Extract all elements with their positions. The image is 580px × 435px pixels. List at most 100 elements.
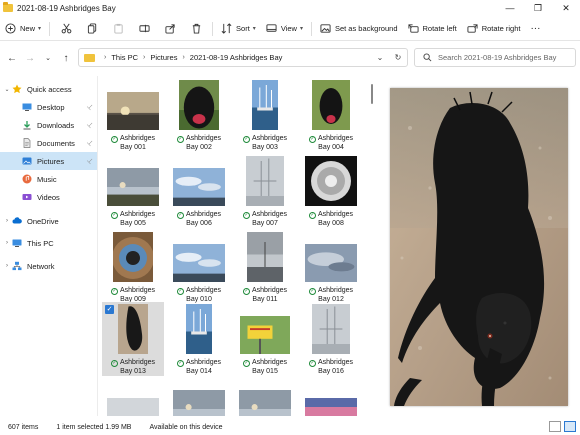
thumbnails-view-icon[interactable] <box>564 421 576 432</box>
up-button[interactable]: ↑ <box>57 49 75 67</box>
chevron-down-icon[interactable]: ⌄ <box>371 53 389 62</box>
thumbnail-image <box>246 156 284 208</box>
selection-checkbox[interactable]: ✓ <box>105 305 114 314</box>
chevron-right-icon[interactable]: › <box>2 263 12 269</box>
thumbnail-image <box>252 80 278 132</box>
sync-status-icon: ✓ <box>242 360 250 367</box>
file-thumbnail-item[interactable]: ✓ Ashbridges Bay 011 <box>234 230 296 304</box>
sidebar-item-network[interactable]: › Network <box>0 257 97 275</box>
file-thumbnail-item[interactable] <box>102 376 164 416</box>
refresh-icon[interactable]: ↻ <box>389 53 407 62</box>
maximize-button[interactable]: ❐ <box>524 0 552 16</box>
file-thumbnail-item[interactable]: ✓ Ashbridges Bay 015 <box>234 302 296 376</box>
chevron-right-icon[interactable]: › <box>2 218 12 224</box>
desktop-icon <box>22 102 32 112</box>
file-thumbnail-item[interactable] <box>234 376 296 416</box>
address-bar[interactable]: › This PC › Pictures › 2021-08-19 Ashbri… <box>78 48 408 67</box>
chevron-right-icon[interactable]: › <box>2 240 12 246</box>
file-name: ✓ Ashbridges Bay 003 <box>234 134 296 152</box>
paste-button[interactable] <box>105 19 131 39</box>
sort-label: Sort <box>236 24 250 33</box>
sidebar-item-this-pc[interactable]: › This PC <box>0 234 97 252</box>
file-name: ✓ Ashbridges Bay 008 <box>300 210 362 228</box>
vertical-scrollbar[interactable] <box>368 76 376 416</box>
window-controls: — ❐ ✕ <box>496 0 580 16</box>
chevron-down-icon[interactable]: ⌄ <box>2 86 12 93</box>
sync-status-icon: ✓ <box>308 288 316 295</box>
thumbnail-image <box>112 232 154 284</box>
file-thumbnail-item[interactable]: ✓ Ashbridges Bay 002 <box>168 78 230 152</box>
rotate-left-button[interactable]: Rotate left <box>403 19 462 39</box>
cut-button[interactable] <box>53 19 79 39</box>
sidebar-item-onedrive[interactable]: › OneDrive <box>0 212 97 230</box>
sidebar-item-desktop[interactable]: Desktop ⊥ <box>0 98 97 116</box>
search-box[interactable]: Search 2021-08-19 Ashbridges Bay <box>414 48 576 67</box>
copy-button[interactable] <box>79 19 105 39</box>
sidebar-item-music[interactable]: Music <box>0 170 97 188</box>
minimize-button[interactable]: — <box>496 0 524 16</box>
breadcrumb-current-folder[interactable]: 2021-08-19 Ashbridges Bay <box>190 53 283 62</box>
rename-button[interactable] <box>131 19 157 39</box>
sidebar-item-videos[interactable]: Videos <box>0 188 97 206</box>
rotate-right-button[interactable]: Rotate right <box>462 19 526 39</box>
sidebar-item-downloads[interactable]: Downloads ⊥ <box>0 116 97 134</box>
sync-status-icon: ✓ <box>176 212 184 219</box>
file-name-line1: Ashbridges <box>317 135 354 142</box>
forward-button[interactable]: → <box>21 49 39 67</box>
file-thumbnail-item[interactable]: ✓ Ashbridges Bay 008 <box>300 154 362 228</box>
file-thumbnail-item[interactable]: ✓ Ashbridges Bay 012 <box>300 230 362 304</box>
sort-button[interactable]: Sort ▾ <box>216 19 261 39</box>
sidebar-item-pictures[interactable]: Pictures ⊥ <box>0 152 97 170</box>
file-thumbnail-item[interactable]: ✓ Ashbridges Bay 009 <box>102 230 164 304</box>
file-name-line1: Ashbridges <box>119 211 156 218</box>
scrollbar-thumb[interactable] <box>371 84 373 104</box>
pictures-icon <box>22 156 32 166</box>
sidebar-item-quick-access[interactable]: ⌄ Quick access <box>0 80 97 98</box>
details-view-icon[interactable] <box>549 421 561 432</box>
file-name-line1: Ashbridges <box>119 135 156 142</box>
breadcrumb-pictures[interactable]: Pictures <box>150 53 177 62</box>
file-thumbnail-item[interactable]: ✓ Ashbridges Bay 003 <box>234 78 296 152</box>
sync-status-icon: ✓ <box>110 212 118 219</box>
file-name-line1: Ashbridges <box>317 287 354 294</box>
file-name-line1: Ashbridges <box>251 287 288 294</box>
chevron-down-icon: ▾ <box>252 26 256 32</box>
close-button[interactable]: ✕ <box>552 0 580 16</box>
breadcrumb-this-pc[interactable]: This PC <box>111 53 138 62</box>
set-as-background-button[interactable]: Set as background <box>315 19 403 39</box>
file-thumbnail-item[interactable]: ✓ Ashbridges Bay 014 <box>168 302 230 376</box>
thumbnail-image <box>173 168 225 208</box>
recent-locations-button[interactable]: ⌄ <box>39 49 57 67</box>
file-thumbnail-item[interactable]: ✓ Ashbridges Bay 007 <box>234 154 296 228</box>
view-icon <box>266 23 277 34</box>
view-button[interactable]: View ▾ <box>261 19 308 39</box>
delete-button[interactable] <box>183 19 209 39</box>
command-bar: New ▾ Sort ▾ View ▾ Set as background Ro… <box>0 17 580 41</box>
file-thumbnail-item[interactable] <box>168 376 230 416</box>
file-thumbnail-item[interactable]: ✓ Ashbridges Bay 010 <box>168 230 230 304</box>
file-name: ✓ Ashbridges Bay 001 <box>102 134 164 152</box>
sidebar-item-documents[interactable]: Documents ⊥ <box>0 134 97 152</box>
new-button[interactable]: New ▾ <box>0 19 46 39</box>
sync-status-icon: ✓ <box>110 136 118 143</box>
file-thumbnail-item[interactable] <box>300 376 362 416</box>
file-thumbnail-item[interactable]: ✓ Ashbridges Bay 016 <box>300 302 362 376</box>
file-thumbnail-item[interactable]: ✓ Ashbridges Bay 004 <box>300 78 362 152</box>
plus-circle-icon <box>5 23 16 34</box>
sidebar-item-label: Pictures <box>37 156 65 166</box>
back-button[interactable]: ← <box>3 49 21 67</box>
thumbnail-image <box>240 316 290 356</box>
file-thumbnail-item[interactable]: ✓ ✓ Ashbridges Bay 013 <box>102 302 164 376</box>
sync-status-icon: ✓ <box>110 360 118 367</box>
music-icon <box>22 174 32 184</box>
cloud-icon <box>12 216 22 226</box>
share-button[interactable] <box>157 19 183 39</box>
file-name-line1: Ashbridges <box>317 211 354 218</box>
file-name-line2: Bay 007 <box>252 220 278 227</box>
pin-icon: ⊥ <box>84 102 95 112</box>
file-thumbnail-item[interactable]: ✓ Ashbridges Bay 006 <box>168 154 230 228</box>
chevron-right-icon: › <box>143 54 146 61</box>
file-thumbnail-item[interactable]: ✓ Ashbridges Bay 001 <box>102 78 164 152</box>
more-options-button[interactable]: ··· <box>525 19 545 39</box>
file-thumbnail-item[interactable]: ✓ Ashbridges Bay 005 <box>102 154 164 228</box>
